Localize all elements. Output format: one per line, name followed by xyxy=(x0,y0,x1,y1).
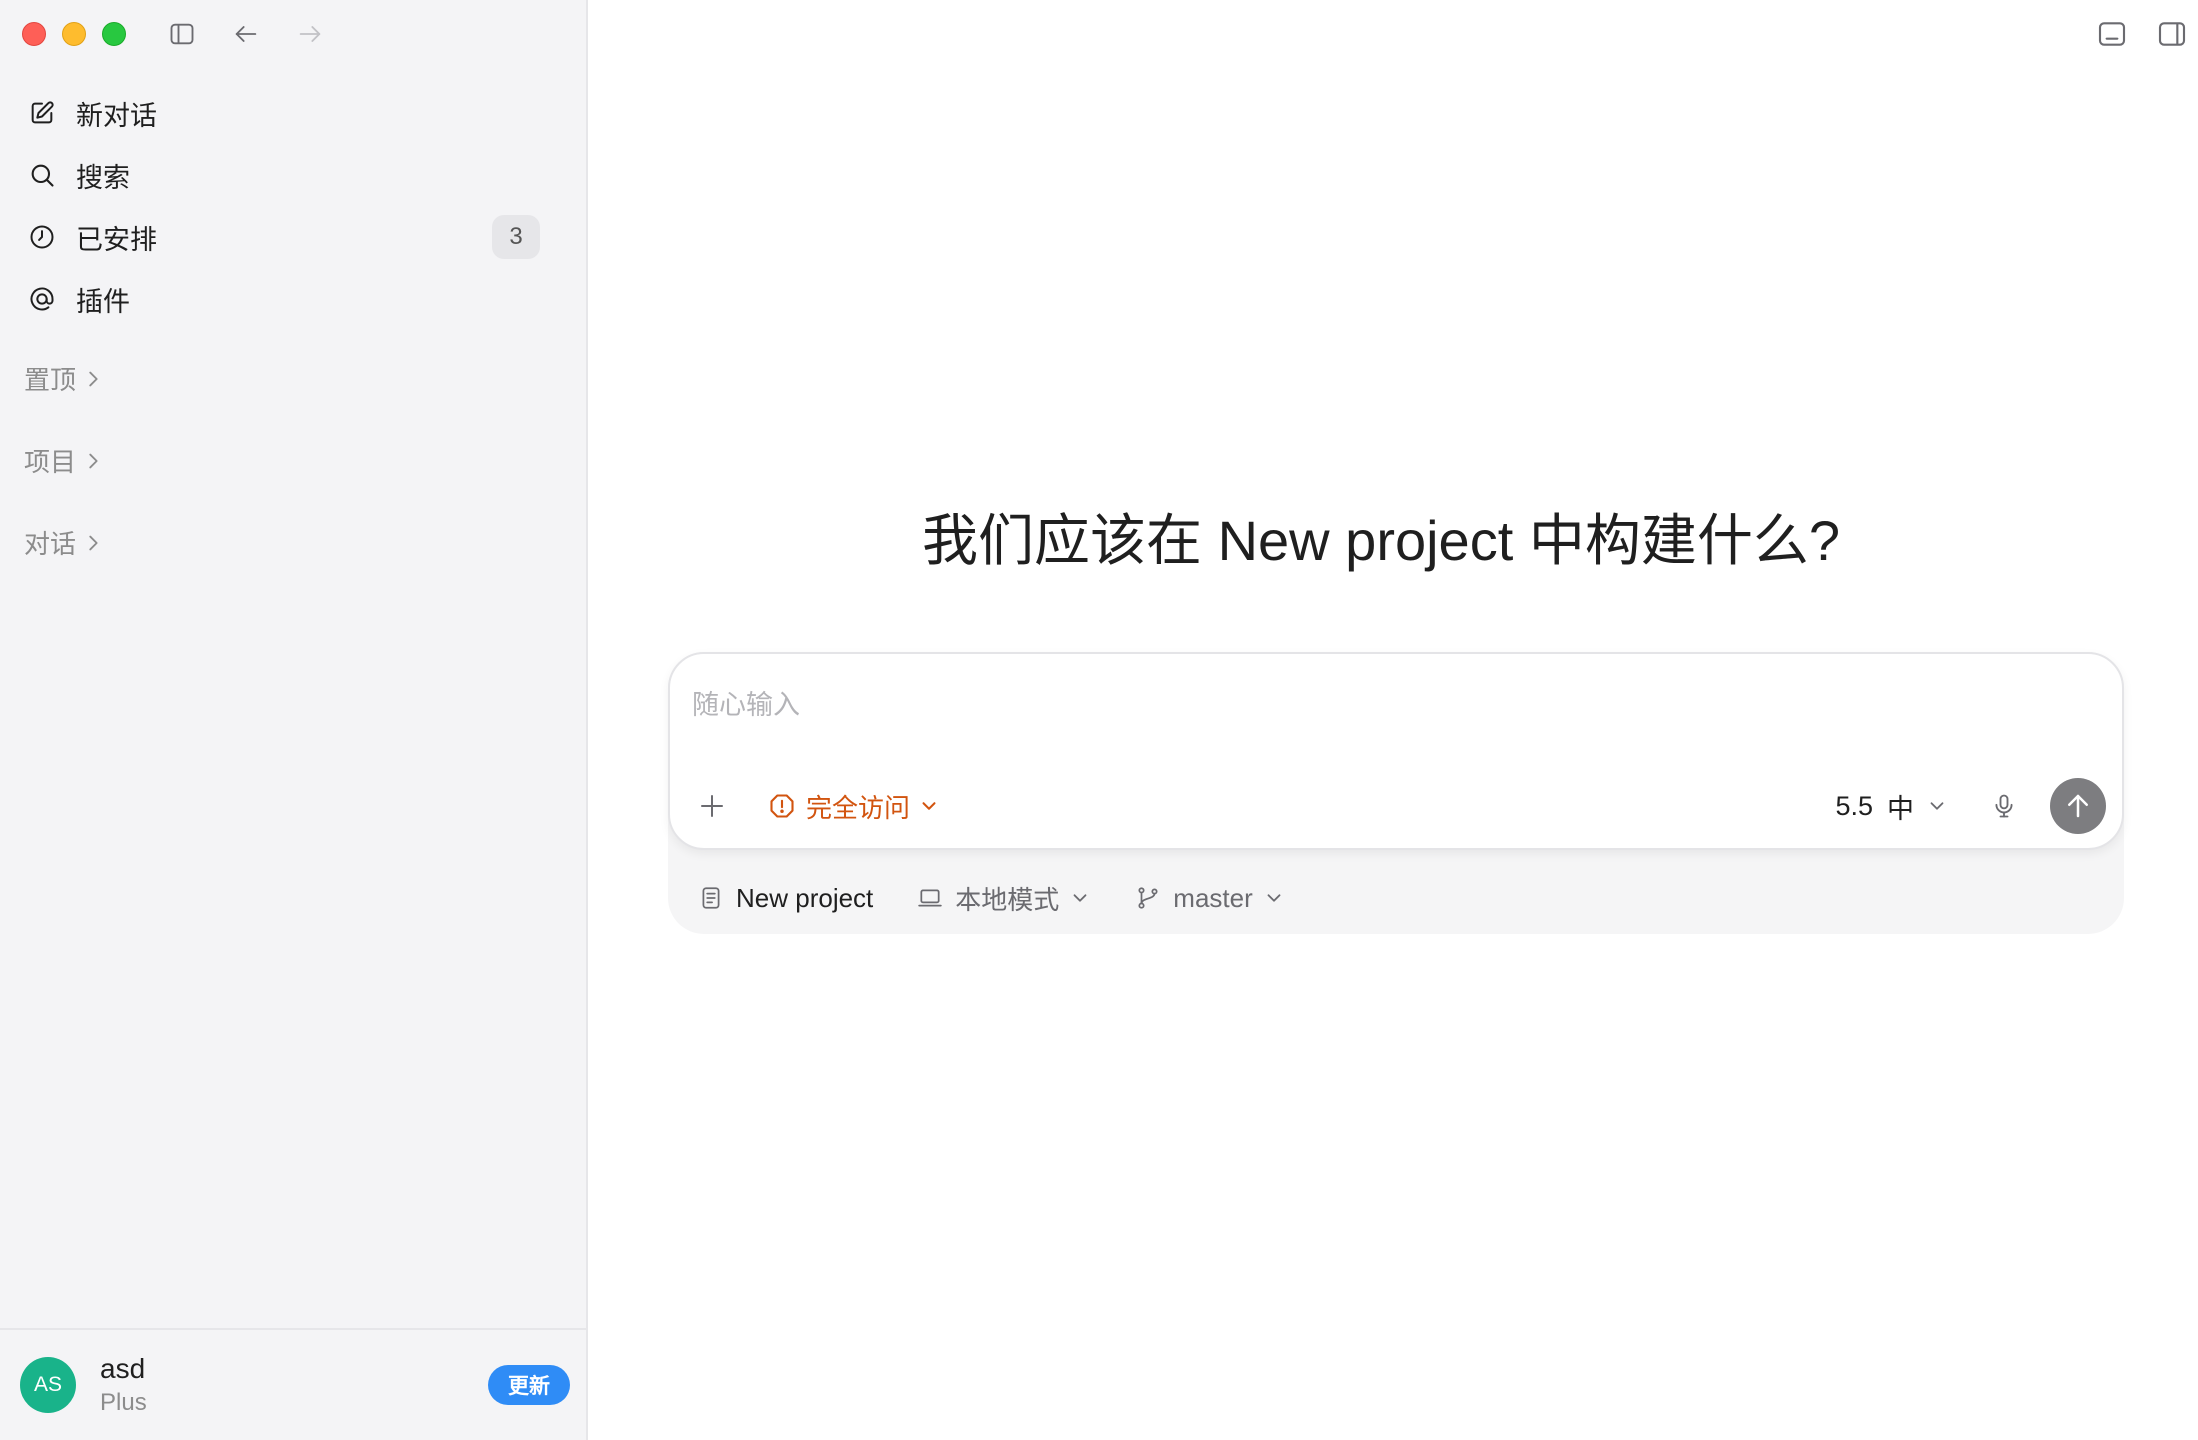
upgrade-button[interactable]: 更新 xyxy=(488,1365,570,1405)
app-window: 新对话 搜索 已安排 3 插件 置顶 项目 对话 AS asd Plus 更新 … xyxy=(0,0,2198,1440)
sidebar: 新对话 搜索 已安排 3 插件 置顶 项目 对话 AS asd Plus 更新 xyxy=(0,0,588,1440)
sidebar-item-scheduled[interactable]: 已安排 3 xyxy=(14,208,552,266)
main-toolbar xyxy=(2094,16,2190,52)
chevron-right-icon xyxy=(89,535,98,550)
branch-selector[interactable]: master xyxy=(1135,883,1284,914)
composer: 完全访问 5.5 中 xyxy=(668,652,2124,850)
section-projects[interactable]: 项目 xyxy=(24,442,104,479)
search-icon xyxy=(26,159,58,191)
model-selector[interactable]: 5.5 中 xyxy=(1835,787,1948,826)
document-icon xyxy=(702,887,720,909)
page-title-text: 我们应该在 New project 中构建什么? xyxy=(922,509,1840,572)
section-label: 对话 xyxy=(24,529,77,559)
edit-icon xyxy=(26,97,58,129)
chevron-down-icon xyxy=(922,802,936,810)
chevron-right-icon xyxy=(89,371,98,386)
sidebar-nav: 新对话 搜索 已安排 3 插件 xyxy=(14,84,552,332)
context-bar: New project 本地模式 master xyxy=(698,876,1329,920)
back-arrow-icon[interactable] xyxy=(228,16,264,52)
avatar[interactable]: AS xyxy=(20,1357,76,1413)
add-attachment-icon[interactable] xyxy=(692,786,732,826)
toggle-right-panel-icon[interactable] xyxy=(2154,16,2190,52)
window-close-button[interactable] xyxy=(22,22,46,46)
toggle-bottom-panel-icon[interactable] xyxy=(2094,16,2130,52)
access-mode-dropdown[interactable]: 完全访问 xyxy=(768,788,940,825)
laptop-icon xyxy=(918,889,942,907)
prompt-input[interactable] xyxy=(692,684,1992,726)
chevron-down-icon xyxy=(1267,894,1281,902)
mode-label: 本地模式 xyxy=(955,884,1060,915)
account-name: asd xyxy=(100,1353,146,1384)
sidebar-item-label: 已安排 xyxy=(76,224,157,255)
model-effort: 中 xyxy=(1887,793,1914,824)
warning-shield-icon xyxy=(770,794,794,818)
sidebar-item-search[interactable]: 搜索 xyxy=(14,146,552,204)
arrow-up-icon xyxy=(2068,794,2088,818)
chevron-down-icon xyxy=(1930,802,1944,810)
composer-container: 完全访问 5.5 中 xyxy=(668,652,2124,934)
window-controls xyxy=(22,22,126,46)
sidebar-toolbar xyxy=(164,16,328,52)
sidebar-item-label: 插件 xyxy=(76,286,130,317)
chevron-down-icon xyxy=(1073,894,1087,902)
page-title: 我们应该在 New project 中构建什么? xyxy=(588,496,2198,577)
account-info: asd Plus xyxy=(100,1353,488,1417)
project-name: New project xyxy=(736,882,874,913)
at-sign-icon xyxy=(26,283,58,315)
access-mode-label: 完全访问 xyxy=(806,792,911,823)
section-chats[interactable]: 对话 xyxy=(24,524,104,561)
model-version: 5.5 xyxy=(1835,790,1873,821)
send-button[interactable] xyxy=(2050,778,2106,834)
scheduled-count-badge: 3 xyxy=(492,215,540,259)
sidebar-item-new-chat[interactable]: 新对话 xyxy=(14,84,552,142)
section-label: 置顶 xyxy=(24,365,77,395)
clock-icon xyxy=(26,221,58,253)
account-footer[interactable]: AS asd Plus 更新 xyxy=(0,1328,586,1440)
sidebar-item-label: 搜索 xyxy=(76,162,130,193)
branch-label: master xyxy=(1173,882,1253,913)
account-plan: Plus xyxy=(100,1389,147,1416)
forward-arrow-icon[interactable] xyxy=(292,16,328,52)
project-selector[interactable]: New project xyxy=(698,883,873,914)
main-panel: 我们应该在 New project 中构建什么? 完全访问 5.5 xyxy=(588,0,2198,1440)
chevron-right-icon xyxy=(89,453,98,468)
toggle-sidebar-icon[interactable] xyxy=(164,16,200,52)
mode-selector[interactable]: 本地模式 xyxy=(917,880,1091,917)
git-branch-icon xyxy=(1138,887,1158,909)
section-label: 项目 xyxy=(24,447,77,477)
sidebar-item-plugins[interactable]: 插件 xyxy=(14,270,552,328)
sidebar-item-label: 新对话 xyxy=(76,100,157,131)
window-minimize-button[interactable] xyxy=(62,22,86,46)
window-zoom-button[interactable] xyxy=(102,22,126,46)
composer-toolbar: 完全访问 5.5 中 xyxy=(692,778,2106,834)
microphone-icon[interactable] xyxy=(1984,786,2024,826)
section-pinned[interactable]: 置顶 xyxy=(24,360,104,397)
